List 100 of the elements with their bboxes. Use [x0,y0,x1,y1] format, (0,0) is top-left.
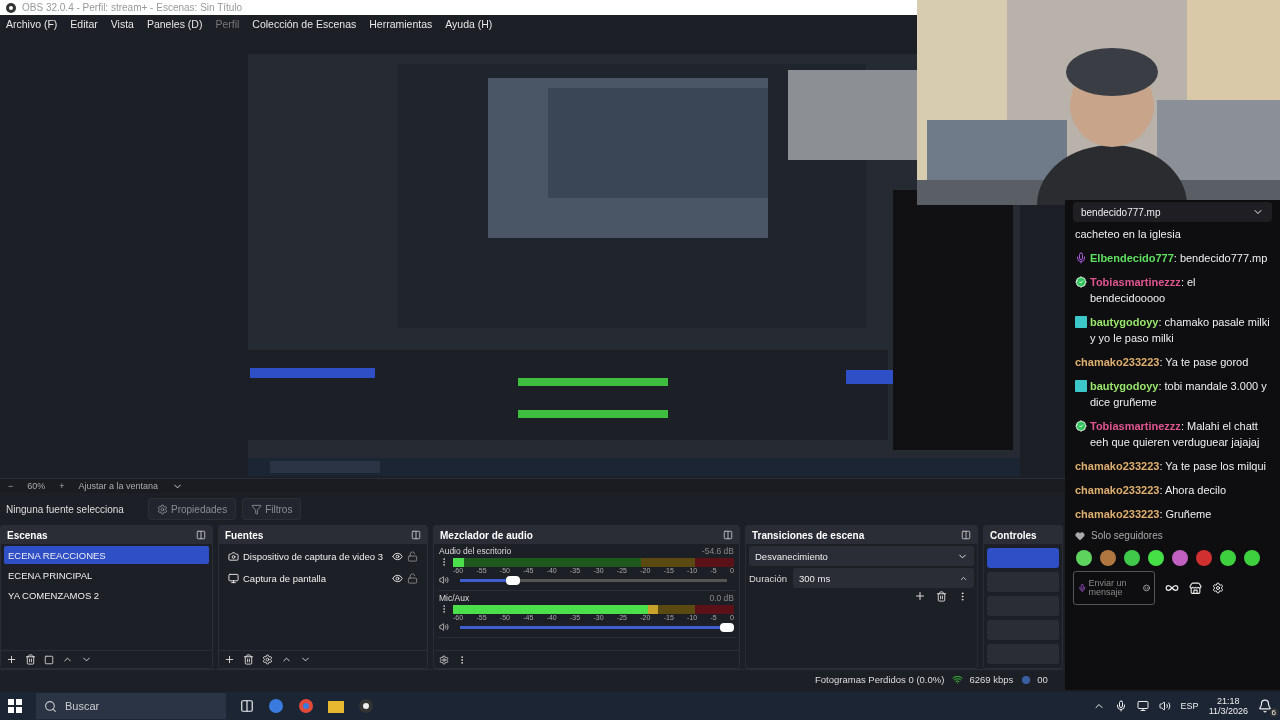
dropped-frames: Fotogramas Perdidos 0 (0.0%) [815,674,945,685]
dock-title: Controles [990,529,1037,541]
chat-input[interactable]: Enviar un mensaje [1073,571,1155,605]
notification-count: 6 [1269,708,1278,717]
source-item[interactable]: Captura de pantalla [243,572,388,584]
microphone-icon [1075,252,1087,264]
eye-icon[interactable] [392,572,403,584]
duration-field[interactable]: 300 ms [793,568,974,588]
chat-message: Tobiasmartinezzz: Malahi el chatt eeh que quieren verduguear jajajaj [1090,419,1261,450]
unlock-icon[interactable] [407,550,418,562]
menu-item[interactable]: Colección de Escenas [252,17,357,30]
menu-item[interactable]: Paneles (D) [146,17,203,30]
db-reading: 0.0 dB [709,593,734,604]
task-view-icon[interactable] [240,699,254,713]
verified-icon [1075,420,1087,432]
chat-message: Tobiasmartinezzz: el bendecidooooo [1090,275,1197,306]
menu-item[interactable]: Ayuda (H) [445,17,493,30]
obs-icon[interactable] [358,698,374,714]
search-field[interactable]: Buscar [36,693,226,719]
fit-dropdown[interactable]: Ajustar a la ventana [78,481,159,491]
browser-icon[interactable] [298,698,314,714]
speaker-icon[interactable] [439,622,449,632]
add-icon[interactable] [224,654,235,665]
grid-badge-icon [1075,380,1087,392]
transition-dropdown[interactable]: Desvanecimiento [749,546,974,566]
chat-message: Elbendecido777: bendecido777.mp [1090,251,1268,266]
app-icon[interactable] [268,698,284,714]
add-icon[interactable] [6,654,17,665]
zoom-in-button[interactable]: + [59,481,65,491]
chat-mode: Solo seguidores [1091,530,1163,541]
chat-message: chamako233223: Gruñeme [1075,507,1212,522]
smiley-icon[interactable] [1142,583,1150,593]
trash-icon[interactable] [936,590,947,602]
gear-icon [157,503,168,515]
chat-message: cacheteo en la iglesia [1075,227,1181,242]
grid-badge-icon [1075,316,1087,328]
trash-icon[interactable] [25,654,36,665]
settings-icon[interactable] [1212,582,1224,594]
window-title: OBS 32.0.4 - Perfil: stream+ - Escenas: Sin Título [22,2,243,13]
emote-icon[interactable] [1099,549,1117,567]
pinned-text: bendecido777.mp [1081,206,1161,218]
menu-item[interactable]: Archivo (F) [6,17,58,30]
microphone-icon [1078,582,1087,594]
dock-title: Fuentes [225,529,264,541]
menu-item[interactable]: Vista [110,17,134,30]
dock-title: Escenas [7,529,48,541]
slider-thumb[interactable] [506,575,521,585]
add-icon[interactable] [914,590,926,602]
undock-icon[interactable] [411,530,421,540]
windows-icon[interactable] [8,699,22,713]
chat-message: chamako233223: Ya te pase gorod [1075,355,1249,370]
emote-icon[interactable] [1171,549,1189,567]
emote-icon[interactable] [1075,549,1093,567]
network-icon [1136,700,1149,712]
language-indicator[interactable]: ESP [1180,701,1199,711]
emote-icon[interactable] [1147,549,1165,567]
settings-icon[interactable] [439,654,449,665]
emote-icon[interactable] [1243,549,1261,567]
signal-icon [952,674,964,685]
source-item[interactable]: Dispositivo de captura de video 3 [243,550,388,562]
menu-item[interactable]: Editar [70,17,98,30]
monitor-icon [228,572,239,584]
heart-icon [1075,530,1085,541]
undock-icon[interactable] [196,530,206,540]
camera-icon [228,550,239,562]
dock-title: Transiciones de escena [752,529,865,541]
store-icon[interactable] [1189,581,1202,595]
speaker-icon[interactable] [439,575,449,585]
scene-item[interactable]: YA COMENZAMOS 2 [4,586,209,604]
unlock-icon[interactable] [407,572,418,584]
undock-icon[interactable] [961,530,971,540]
chat-message: chamako233223: Ahora decilo [1075,483,1227,498]
notification-icon[interactable] [1258,699,1272,713]
settings-icon[interactable] [262,654,273,665]
scene-item[interactable]: ECENA REACCIONES [4,546,209,564]
db-reading: -54.6 dB [701,546,734,557]
channel-name: Audio del escritorio [439,546,512,557]
scene-item[interactable]: ECENA PRINCIPAL [4,566,209,584]
menu-item[interactable]: Herramientas [369,17,433,30]
folder-icon[interactable] [328,699,344,713]
search-icon [44,699,57,713]
eye-icon[interactable] [392,550,403,562]
zoom-out-button[interactable]: − [8,481,14,491]
stream-time: 00 [1037,674,1048,685]
record-icon [1021,674,1032,685]
dock-title: Mezclador de audio [440,529,533,541]
emote-icon[interactable] [1123,549,1141,567]
chat-message: chamako233223: Ya te pase los milqui [1075,459,1266,474]
microphone-icon [1114,700,1127,712]
trash-icon[interactable] [243,654,254,665]
channel-name: Mic/Aux [439,593,470,604]
verified-icon [1075,276,1087,288]
chat-message: bautygodoyy: chamako pasale milki y yo le paso milki [1090,315,1270,346]
duration-label: Duración [749,572,788,584]
slider-thumb[interactable] [720,622,734,632]
clock[interactable]: 21:18 11/3/2026 [1208,696,1248,716]
speaker-icon[interactable] [1158,700,1171,712]
source-status: Ninguna fuente selecciona [6,503,125,515]
emote-icon[interactable] [1219,549,1237,567]
undock-icon[interactable] [723,530,733,540]
